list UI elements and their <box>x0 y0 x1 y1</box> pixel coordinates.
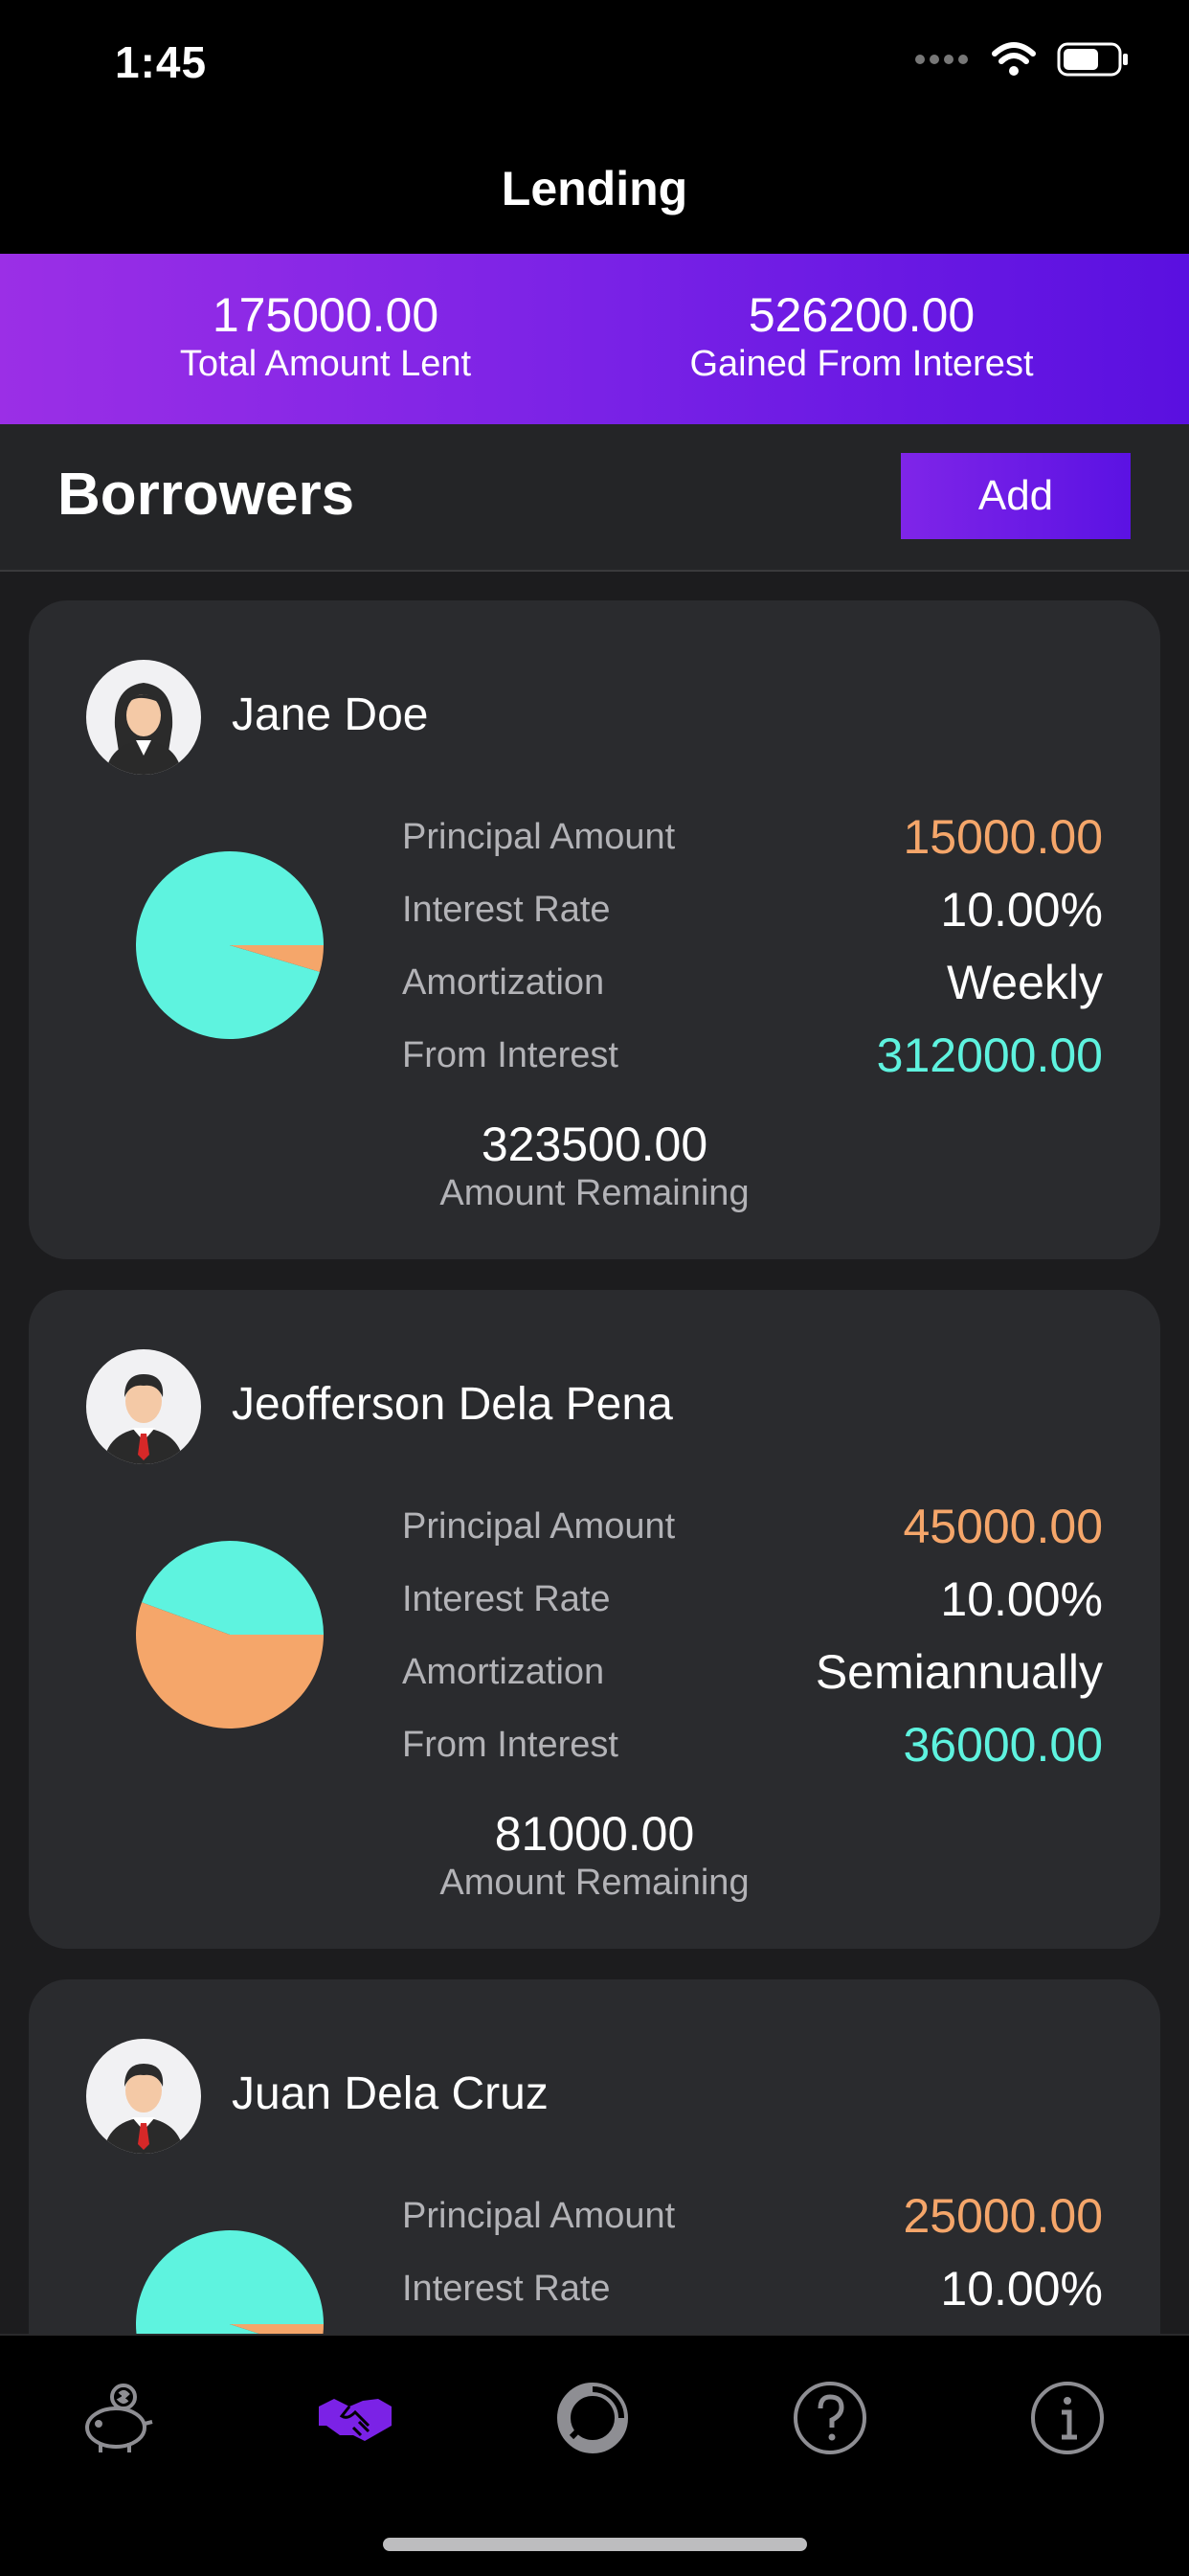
help-icon <box>794 2382 866 2454</box>
tab-help[interactable] <box>782 2370 878 2466</box>
from-interest-row: From Interest 312000.00 <box>402 1022 1103 1091</box>
interest-rate-label: Interest Rate <box>402 890 611 930</box>
interest-rate-row: Interest Rate 10.00% <box>402 2255 1103 2324</box>
principal-label: Principal Amount <box>402 2196 676 2236</box>
wifi-icon <box>992 42 1036 76</box>
add-borrower-button[interactable]: Add <box>901 453 1131 539</box>
interest-rate-label: Interest Rate <box>402 1579 611 1619</box>
principal-value: 15000.00 <box>903 810 1103 864</box>
borrower-card[interactable]: Jane Doe Principal Amount 15000.00 Inter… <box>29 600 1160 1259</box>
interest-slice <box>136 2230 324 2334</box>
info-icon <box>1031 2382 1104 2454</box>
amount-pie-chart <box>136 1541 324 1729</box>
total-lent-value: 175000.00 <box>212 288 439 342</box>
interest-rate-value: 10.00% <box>940 1572 1103 1626</box>
from-interest-label: From Interest <box>402 1035 618 1075</box>
gained-interest-value: 526200.00 <box>748 288 976 342</box>
amount-remaining-value: 81000.00 <box>494 1807 695 1861</box>
total-lent-label: Total Amount Lent <box>179 344 472 384</box>
amount-remaining: 323500.00 Amount Remaining <box>29 1118 1160 1215</box>
tab-savings[interactable] <box>70 2370 166 2466</box>
male-avatar <box>86 1349 201 1464</box>
from-interest-row: From Interest 36000.00 <box>402 1711 1103 1780</box>
amount-remaining: 81000.00 Amount Remaining <box>29 1807 1160 1905</box>
handshake-icon <box>319 2399 392 2441</box>
amortization-value: Weekly <box>946 956 1103 1009</box>
amortization-row: Amortization Weekly <box>402 949 1103 1018</box>
chart-ring-icon <box>557 2383 628 2453</box>
male-avatar <box>86 2039 201 2154</box>
piggy-bank-icon <box>85 2384 153 2452</box>
borrower-name: Jeofferson Dela Pena <box>232 1379 673 1430</box>
principal-value: 45000.00 <box>903 1500 1103 1553</box>
interest-rate-value: 10.00% <box>940 883 1103 937</box>
gained-interest-label: Gained From Interest <box>689 344 1034 384</box>
amortization-label: Amortization <box>402 1652 605 1692</box>
amount-pie-chart <box>136 851 324 1039</box>
borrower-card[interactable]: Jeofferson Dela Pena Principal Amount 45… <box>29 1290 1160 1949</box>
tab-lending[interactable] <box>307 2370 403 2466</box>
principal-row: Principal Amount 25000.00 <box>402 2182 1103 2251</box>
principal-value: 25000.00 <box>903 2189 1103 2243</box>
status-bar: 1:45 <box>0 0 1189 134</box>
borrower-list[interactable]: Jane Doe Principal Amount 15000.00 Inter… <box>0 572 1189 2334</box>
navigation-bar: Lending <box>0 134 1189 254</box>
home-indicator <box>383 2538 807 2551</box>
interest-rate-row: Interest Rate 10.00% <box>402 876 1103 945</box>
status-icons <box>915 42 1130 77</box>
battery-icon <box>1057 42 1128 77</box>
tab-overview[interactable] <box>545 2370 640 2466</box>
from-interest-value: 36000.00 <box>903 1718 1103 1772</box>
interest-rate-label: Interest Rate <box>402 2269 611 2309</box>
summary-banner: 175000.00 Total Amount Lent 526200.00 Ga… <box>0 254 1189 424</box>
interest-rate-value: 10.00% <box>940 2262 1103 2316</box>
borrower-name: Jane Doe <box>232 689 429 740</box>
amount-remaining-label: Amount Remaining <box>439 1863 750 1903</box>
borrower-name: Juan Dela Cruz <box>232 2068 549 2119</box>
principal-label: Principal Amount <box>402 817 676 857</box>
total-lent-summary: 175000.00 Total Amount Lent <box>57 288 594 386</box>
amortization-label: Amortization <box>402 962 605 1003</box>
principal-row: Principal Amount 45000.00 <box>402 1493 1103 1562</box>
amount-remaining-value: 323500.00 <box>481 1118 708 1171</box>
principal-label: Principal Amount <box>402 1506 676 1547</box>
interest-rate-row: Interest Rate 10.00% <box>402 1566 1103 1635</box>
female-avatar <box>86 660 201 775</box>
tab-info[interactable] <box>1020 2370 1115 2466</box>
status-time: 1:45 <box>115 37 208 87</box>
borrowers-header: Borrowers Add <box>0 424 1189 572</box>
from-interest-label: From Interest <box>402 1725 618 1765</box>
signal-icon <box>915 55 968 64</box>
borrowers-title: Borrowers <box>57 462 355 528</box>
amortization-row: Amortization Semiannually <box>402 1638 1103 1707</box>
principal-row: Principal Amount 15000.00 <box>402 803 1103 872</box>
amortization-value: Semiannually <box>815 1645 1103 1699</box>
from-interest-value: 312000.00 <box>876 1028 1103 1082</box>
amount-remaining-label: Amount Remaining <box>439 1173 750 1213</box>
amount-pie-chart <box>136 2230 324 2334</box>
page-title: Lending <box>501 162 688 215</box>
gained-interest-summary: 526200.00 Gained From Interest <box>594 288 1130 386</box>
borrower-card[interactable]: Juan Dela Cruz Principal Amount 25000.00… <box>29 1979 1160 2334</box>
